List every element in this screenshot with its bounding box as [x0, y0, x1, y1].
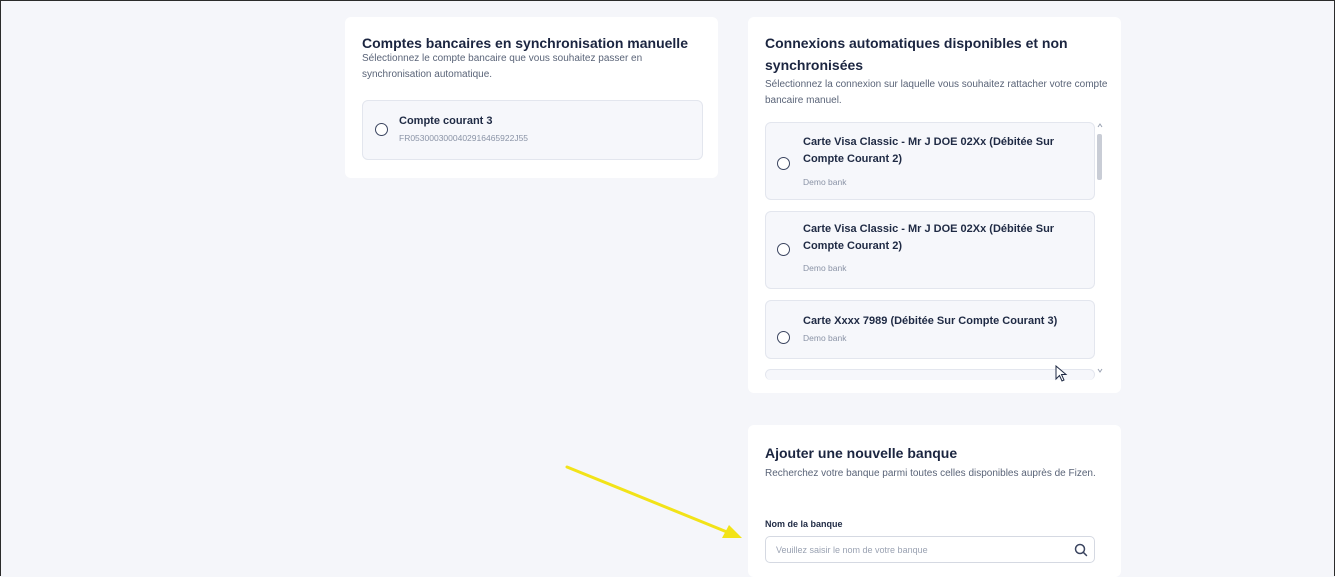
- bank-name-label: Nom de la banque: [765, 519, 843, 529]
- auto-connections-panel: Connexions automatiques disponibles et n…: [748, 17, 1121, 393]
- radio-button-icon[interactable]: [777, 157, 790, 170]
- connection-option[interactable]: Carte Visa Classic - Mr J DOE 02Xx (Débi…: [765, 211, 1095, 289]
- mouse-cursor-icon: [1055, 365, 1068, 382]
- scroll-down-icon[interactable]: [1096, 368, 1104, 374]
- add-bank-title: Ajouter une nouvelle banque: [765, 445, 958, 461]
- account-iban: FR0530003000402916465922J55: [399, 133, 529, 143]
- connection-name: Carte Visa Classic - Mr J DOE 02Xx (Débi…: [803, 136, 1055, 165]
- radio-button-icon[interactable]: [375, 123, 388, 136]
- connection-name: Carte Xxxx 7989 (Débitée Sur Compte Cour…: [803, 315, 1058, 327]
- connection-option-partial[interactable]: [765, 369, 1095, 380]
- auto-connections-description: Sélectionnez la connexion sur laquelle v…: [765, 79, 1108, 106]
- bank-search-input[interactable]: [765, 536, 1095, 563]
- connection-name: Carte Visa Classic - Mr J DOE 02Xx (Débi…: [803, 223, 1055, 252]
- connection-bank: Demo bank: [803, 333, 847, 343]
- radio-button-icon[interactable]: [777, 243, 790, 256]
- scrollbar-thumb[interactable]: [1097, 134, 1102, 180]
- manual-sync-description: Sélectionnez le compte bancaire que vous…: [362, 53, 643, 80]
- scroll-up-icon[interactable]: [1096, 122, 1104, 128]
- connection-bank: Demo bank: [803, 263, 847, 273]
- connection-option[interactable]: Carte Xxxx 7989 (Débitée Sur Compte Cour…: [765, 300, 1095, 359]
- connection-option[interactable]: Carte Visa Classic - Mr J DOE 02Xx (Débi…: [765, 122, 1095, 200]
- account-name: Compte courant 3: [399, 115, 493, 127]
- auto-connections-title: Connexions automatiques disponibles et n…: [765, 35, 1068, 73]
- connection-bank: Demo bank: [803, 177, 847, 187]
- radio-button-icon[interactable]: [777, 331, 790, 344]
- add-bank-panel: Ajouter une nouvelle banque Recherchez v…: [748, 425, 1121, 577]
- manual-account-option[interactable]: Compte courant 3 FR053000300040291646592…: [362, 100, 703, 160]
- add-bank-description: Recherchez votre banque parmi toutes cel…: [765, 468, 1096, 479]
- manual-sync-panel: Comptes bancaires en synchronisation man…: [345, 17, 718, 178]
- search-icon[interactable]: [1074, 543, 1088, 557]
- manual-sync-title: Comptes bancaires en synchronisation man…: [362, 35, 688, 51]
- list-scrollbar[interactable]: [1096, 122, 1104, 378]
